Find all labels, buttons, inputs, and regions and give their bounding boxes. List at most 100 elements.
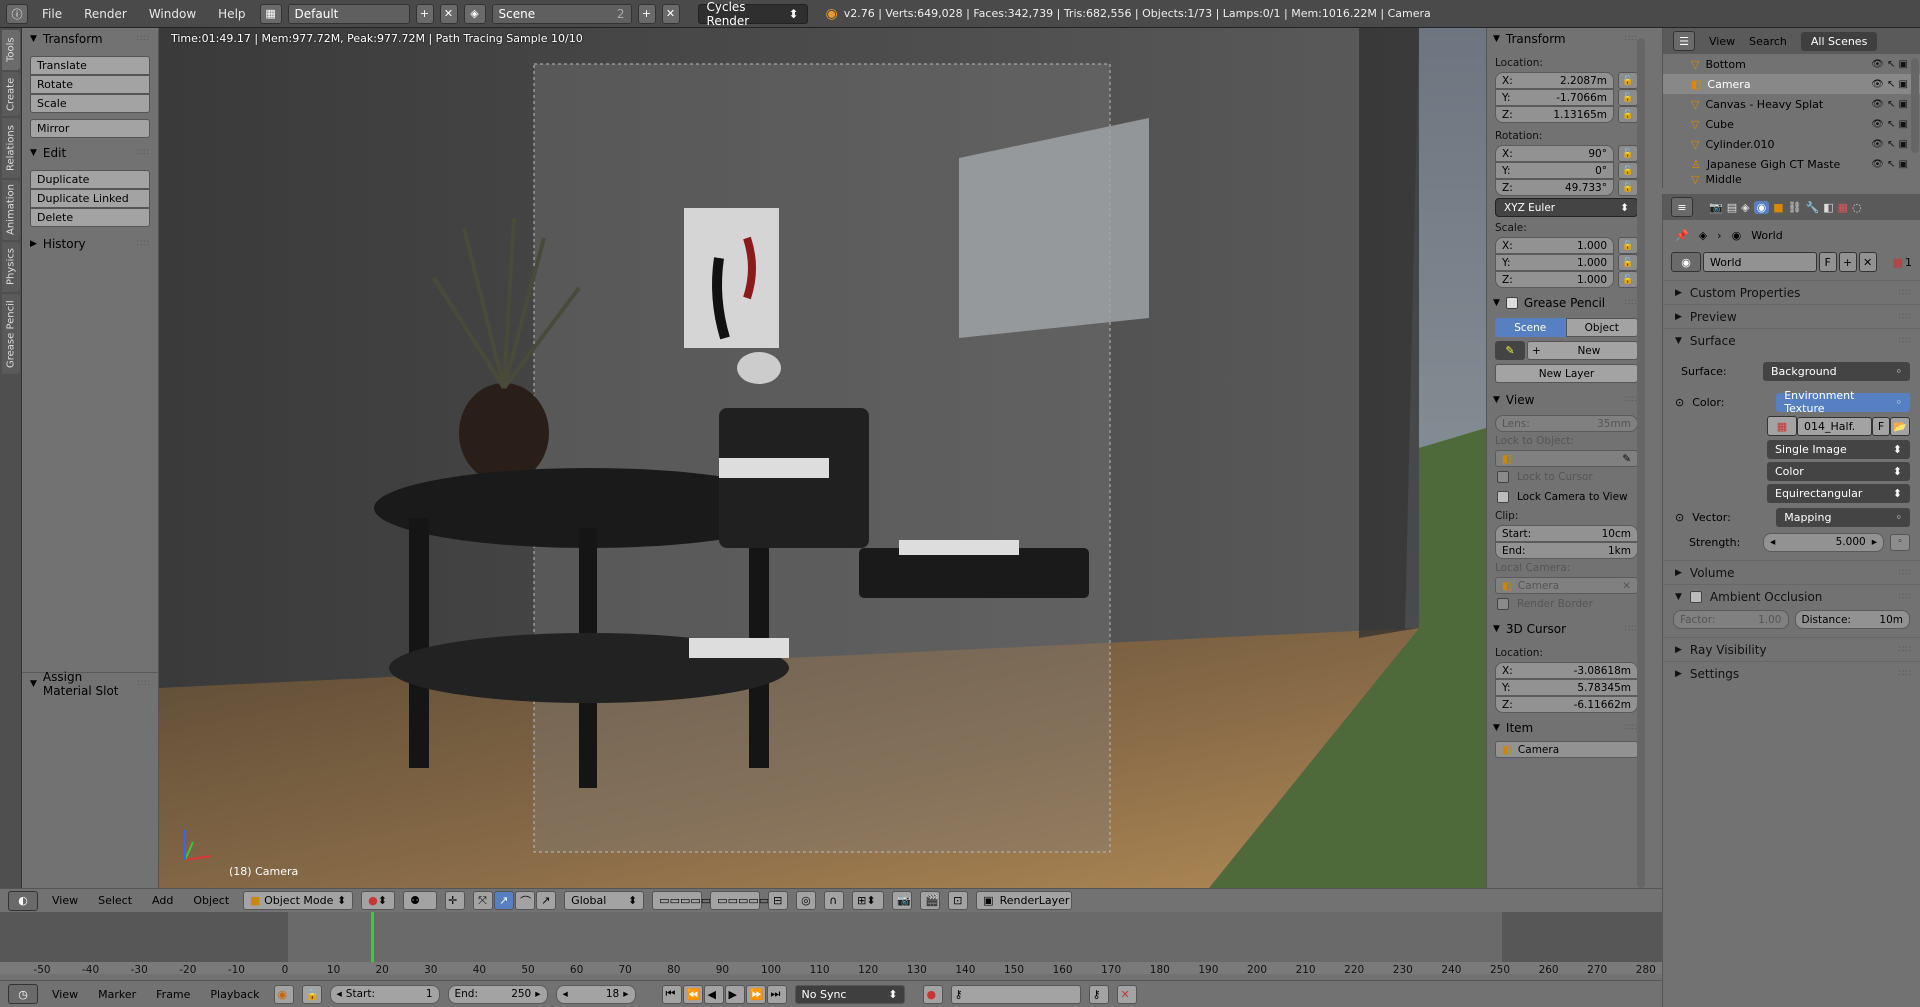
location-x-field[interactable]: X: 2.2087m — [1495, 72, 1614, 89]
tab-relations[interactable]: Relations — [2, 118, 20, 178]
lock-icon[interactable]: 🔓 — [1618, 271, 1638, 288]
menu-select[interactable]: Select — [92, 894, 138, 907]
constraints-tab-icon[interactable]: ⛓ — [1788, 201, 1802, 214]
socket-icon[interactable]: ◦ — [1890, 533, 1910, 551]
grip-icon[interactable]: ∷∷ — [1899, 288, 1912, 298]
decrement-icon[interactable]: ◂ — [1770, 536, 1775, 548]
outliner-row[interactable]: ▽ Middle — [1663, 174, 1920, 184]
menu-playback[interactable]: Playback — [204, 988, 265, 1001]
scene-field[interactable]: Scene 2 — [491, 3, 632, 24]
local-camera-field[interactable]: ◧ Camera ✕ — [1495, 577, 1638, 594]
add-world-icon[interactable]: + — [1838, 252, 1857, 272]
menu-view[interactable]: View — [46, 988, 84, 1001]
duplicate-linked-button[interactable]: Duplicate Linked — [30, 189, 150, 208]
layers-tab-icon[interactable]: ▤ — [1727, 201, 1737, 214]
outliner-row[interactable]: ▽ Canvas - Heavy Splat 👁 ↖ ▣ — [1663, 94, 1920, 114]
menu-file[interactable]: File — [34, 4, 70, 24]
modifiers-tab-icon[interactable]: 🔧 — [1806, 201, 1820, 214]
layout-field[interactable]: Default — [287, 3, 410, 24]
new-layer-button[interactable]: New Layer — [1495, 364, 1638, 383]
snap-icon[interactable]: ∩ — [824, 891, 845, 910]
end-frame-field[interactable]: End: 250 ▸ — [447, 984, 548, 1004]
object-tab-icon[interactable]: ■ — [1773, 201, 1783, 214]
color-space-select[interactable]: Color ⬍ — [1767, 461, 1910, 481]
menu-view[interactable]: View — [46, 894, 84, 907]
grease-object-button[interactable]: Object — [1565, 318, 1638, 337]
sync-select[interactable]: No Sync ⬍ — [794, 984, 905, 1004]
rotation-z-field[interactable]: Z: 49.733° — [1495, 179, 1614, 196]
grip-icon[interactable]: ∷∷ — [1899, 592, 1912, 602]
rotation-x-field[interactable]: X: 90° — [1495, 145, 1614, 162]
world-browse-icon[interactable]: ◉ — [1671, 252, 1701, 272]
tab-animation[interactable]: Animation — [2, 180, 20, 240]
image-browse-icon[interactable]: ▦ — [1767, 416, 1797, 436]
tab-create[interactable]: Create — [2, 72, 20, 116]
render-layer-select[interactable]: ▣ RenderLayer — [976, 891, 1073, 910]
cursor-y-field[interactable]: Y: 5.78345m — [1495, 679, 1638, 696]
outliner-row[interactable]: ▽ Cube 👁 ↖ ▣ — [1663, 114, 1920, 134]
translate-manipulator-icon[interactable]: ⤧ — [473, 891, 494, 910]
menu-window[interactable]: Window — [141, 4, 204, 24]
lock-icon[interactable]: 🔓 — [1618, 237, 1638, 254]
lock-range-icon[interactable]: 🔒 — [301, 984, 322, 1004]
decrement-icon[interactable]: ◂ — [337, 988, 342, 1000]
grip-icon[interactable]: ∷∷ — [1625, 34, 1638, 44]
insert-keyframe-icon[interactable]: ⚷ — [1088, 984, 1109, 1004]
pivot-select[interactable]: ⚉ — [403, 891, 438, 910]
delete-button[interactable]: Delete — [30, 208, 150, 227]
mirror-button[interactable]: Mirror — [30, 119, 150, 138]
delete-keyframe-icon[interactable]: ✕ — [1116, 984, 1137, 1004]
proportional-edit-icon[interactable]: ◎ — [796, 891, 817, 910]
image-fake-user[interactable]: F — [1872, 416, 1890, 436]
tab-grease-pencil[interactable]: Grease Pencil — [2, 294, 20, 374]
projection-select[interactable]: Equirectangular ⬍ — [1767, 483, 1910, 503]
menu-object[interactable]: Object — [187, 894, 235, 907]
grease-scene-button[interactable]: Scene — [1495, 318, 1566, 337]
info-editor-icon[interactable]: ⓘ — [6, 3, 28, 24]
timeline[interactable]: -50 -40 -30 -20 -10 0 10 20 30 40 50 60 70 80 90 100 110… — [0, 912, 1662, 976]
scale-z-field[interactable]: Z: 1.000 — [1495, 271, 1614, 288]
render-tab-icon[interactable]: 📷 — [1709, 201, 1723, 214]
rotation-mode-select[interactable]: XYZ Euler ⬍ — [1495, 198, 1638, 217]
physics-tab-icon[interactable]: ◌ — [1852, 201, 1862, 214]
np-grease-header[interactable]: ▼ Grease Pencil ∷∷ — [1487, 292, 1646, 314]
render-border-checkbox[interactable]: Render Border — [1487, 594, 1646, 614]
outliner-row[interactable]: ♙ Japanese Gigh CT Maste 👁 ↖ ▣ — [1663, 154, 1920, 174]
ray-visibility-header[interactable]: ▶ Ray Visibility ∷∷ — [1663, 637, 1920, 661]
scene-tab-icon[interactable]: ◈ — [1741, 201, 1749, 214]
image-name-field[interactable]: 014_Half. — [1797, 416, 1872, 436]
grip-icon[interactable]: ∷∷ — [1625, 395, 1638, 405]
sidebar-scrollbar[interactable] — [1637, 38, 1645, 888]
grease-new-button[interactable]: + New — [1527, 341, 1638, 360]
play-reverse-icon[interactable]: ◀ — [703, 984, 724, 1004]
menu-add[interactable]: Add — [146, 894, 179, 907]
outliner-scrollbar[interactable] — [1911, 58, 1919, 153]
outliner-filter-select[interactable]: All Scenes — [1800, 31, 1878, 51]
rotation-y-field[interactable]: Y: 0° — [1495, 162, 1614, 179]
np-item-header[interactable]: ▼ Item ∷∷ — [1487, 717, 1646, 739]
grip-icon[interactable]: ∷∷ — [138, 679, 151, 689]
add-scene-icon[interactable]: + — [637, 3, 656, 24]
translate-button[interactable]: Translate — [30, 56, 150, 75]
vector-input-select[interactable]: Mapping ◦ — [1776, 507, 1910, 527]
volume-header[interactable]: ▶ Volume ∷∷ — [1663, 560, 1920, 584]
grip-icon[interactable]: ∷∷ — [1625, 723, 1638, 733]
outliner-row[interactable]: ◧ Camera 👁 ↖ ▣ — [1663, 74, 1920, 94]
ambient-occlusion-header[interactable]: ▼ Ambient Occlusion ∷∷ — [1663, 584, 1920, 608]
mode-select[interactable]: ■ Object Mode ⬍ — [243, 891, 354, 910]
ao-checkbox[interactable] — [1689, 590, 1702, 603]
jump-keyframe-back-icon[interactable]: ⏪ — [682, 984, 703, 1004]
lock-icon[interactable]: 🔓 — [1618, 254, 1638, 271]
menu-render[interactable]: Render — [76, 4, 135, 24]
properties-editor-icon[interactable]: ≡ — [1671, 197, 1693, 217]
unlink-world-icon[interactable]: ✕ — [1858, 252, 1877, 272]
scene-icon[interactable]: ◈ — [463, 3, 486, 24]
ao-factor-field[interactable]: Factor: 1.00 — [1673, 610, 1789, 629]
lock-layer-icon[interactable]: ⊟ — [768, 891, 789, 910]
rotate-manipulator-icon[interactable]: ↗ — [494, 891, 515, 910]
grip-icon[interactable]: ∷∷ — [1625, 624, 1638, 634]
item-name-field[interactable]: ◧ Camera — [1495, 741, 1638, 758]
color-input-select[interactable]: Environment Texture ◦ — [1776, 389, 1910, 415]
strength-field[interactable]: ◂ 5.000 ▸ — [1763, 532, 1884, 552]
clear-icon[interactable]: ✕ — [1622, 580, 1631, 592]
